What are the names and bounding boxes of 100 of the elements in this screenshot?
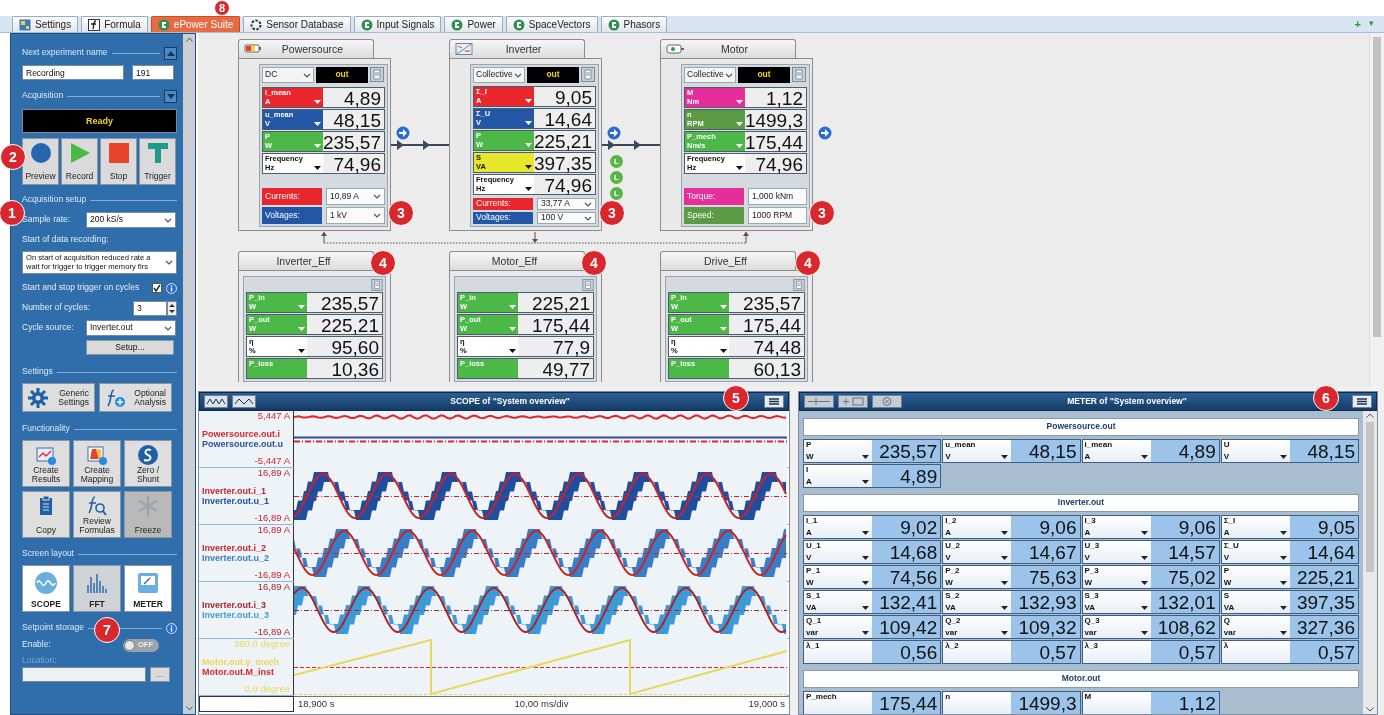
tab[interactable]: Sensor Database xyxy=(243,16,351,32)
axis-limit: -16,89 A xyxy=(253,570,290,581)
section-header: Powersource.out xyxy=(803,418,1359,436)
function-button[interactable]: Create Mapping xyxy=(73,440,121,487)
dropdown[interactable]: 10,89 A xyxy=(326,188,385,205)
chart-folder-icon xyxy=(35,444,57,466)
acquisition-button[interactable]: Record xyxy=(61,138,98,185)
formula-search-icon xyxy=(86,495,108,517)
chevron-down-icon xyxy=(164,325,172,331)
field-label: Start of data recording: xyxy=(22,235,109,245)
waveform-button[interactable] xyxy=(204,395,228,408)
acquisition-button[interactable]: Trigger xyxy=(139,138,176,185)
scroll-down-icon[interactable] xyxy=(185,706,193,711)
acquisition-button[interactable]: Stop xyxy=(100,138,137,185)
block-title: Motor xyxy=(720,42,749,56)
arrow-circle-icon[interactable] xyxy=(818,126,832,140)
function-button[interactable]: Zero / Shunt xyxy=(124,440,172,487)
add-button[interactable] xyxy=(838,395,868,408)
status-display: Ready xyxy=(22,109,177,133)
scroll-up-icon[interactable] xyxy=(1366,413,1374,418)
collapse-button[interactable] xyxy=(164,89,177,103)
panel-title: METER of "System overview" xyxy=(1067,396,1187,407)
setting-label: Torque: xyxy=(684,188,744,205)
scroll-up-icon[interactable] xyxy=(185,37,193,42)
document-icon[interactable] xyxy=(582,279,594,291)
document-icon[interactable] xyxy=(370,67,384,82)
signal-label: Powersource.out.i xyxy=(202,428,282,439)
function-button[interactable]: Copy xyxy=(22,491,70,538)
field-label: Location: xyxy=(22,656,57,666)
panel-title: SCOPE of "System overview" xyxy=(450,396,570,407)
waveform-button[interactable] xyxy=(232,395,256,408)
spin-buttons[interactable] xyxy=(167,300,177,316)
tab[interactable]: Power xyxy=(444,16,503,32)
triangle-up-icon xyxy=(166,50,175,56)
function-button[interactable]: Freeze xyxy=(124,491,172,538)
document-icon[interactable] xyxy=(792,67,806,82)
connector-arrow xyxy=(602,140,660,150)
dropdown[interactable]: 1 kV xyxy=(326,207,385,224)
section-title: Acquisition setup xyxy=(22,195,87,205)
checkbox[interactable] xyxy=(152,283,162,293)
scroll-down-icon[interactable] xyxy=(1366,707,1374,712)
tab[interactable]: SpaceVectors xyxy=(505,16,598,32)
number-input[interactable]: 191 xyxy=(132,65,174,80)
list-button[interactable] xyxy=(1352,395,1372,408)
document-icon[interactable] xyxy=(581,67,595,82)
collapse-button[interactable] xyxy=(164,46,177,60)
setting-label: Voltages: xyxy=(262,207,322,224)
layout-button[interactable]: FFT xyxy=(73,565,121,612)
settings-button[interactable]: Generic Settings xyxy=(22,383,95,412)
chevron-down-icon xyxy=(373,194,381,199)
text-input[interactable]: 1000 RPM xyxy=(748,207,807,224)
text-input[interactable]: Recording xyxy=(22,65,124,80)
stop-icon xyxy=(107,142,130,164)
number-input[interactable]: 3 xyxy=(133,300,167,316)
signal-label: Inverter.out.u_3 xyxy=(202,610,271,621)
mode-select[interactable]: DC xyxy=(262,67,314,83)
function-button[interactable]: Review Formulas xyxy=(73,491,121,538)
dropdown[interactable]: 33,77 A xyxy=(537,198,596,210)
function-plus-icon xyxy=(105,387,125,408)
play-icon xyxy=(68,142,91,164)
function-button[interactable]: Create Results xyxy=(22,440,70,487)
document-icon[interactable] xyxy=(371,279,383,291)
arrow-circle-icon[interactable] xyxy=(396,126,410,140)
arrow-circle-icon[interactable] xyxy=(607,126,621,140)
text-input[interactable]: 1,000 kNm xyxy=(748,188,807,205)
dropdown[interactable]: 200 kS/s xyxy=(86,212,176,228)
scrollbar-thumb[interactable] xyxy=(1366,422,1374,572)
section-title: Setpoint storage xyxy=(22,623,84,633)
output-label: out xyxy=(527,67,579,83)
section-title: Functionality xyxy=(22,424,70,434)
circle-icon xyxy=(29,142,52,164)
setup-button[interactable]: Setup... xyxy=(86,340,174,355)
mode-select[interactable]: Collective xyxy=(473,67,525,83)
motor-icon xyxy=(666,43,684,55)
tab[interactable]: Input Signals xyxy=(353,16,442,32)
layout-button[interactable]: SCOPE xyxy=(22,565,70,612)
axis-label: 10,00 ms/div xyxy=(514,699,569,710)
dropdown[interactable]: 100 V xyxy=(537,212,596,224)
triangle-down-icon xyxy=(166,93,175,99)
dropdown[interactable]: Inverter.out xyxy=(86,320,176,336)
layout-button[interactable] xyxy=(804,395,834,408)
gauge-icon xyxy=(136,571,160,595)
settings-button[interactable]: Optional Analysis xyxy=(99,383,172,412)
delete-button[interactable] xyxy=(872,395,902,408)
axis-limit: 16,89 A xyxy=(256,582,290,593)
gear-icon xyxy=(28,387,48,408)
signal-label: Inverter.out.i_2 xyxy=(202,542,268,553)
tab[interactable]: Phasors xyxy=(600,16,668,32)
list-button[interactable] xyxy=(764,395,784,408)
block-title: Powersource xyxy=(280,42,345,56)
mode-select[interactable]: Collective xyxy=(684,67,736,83)
acquisition-button[interactable]: Preview xyxy=(22,138,59,185)
chevron-down-icon xyxy=(514,72,522,78)
document-icon[interactable] xyxy=(793,279,805,291)
output-label: out xyxy=(316,67,368,83)
tab[interactable]: Settings xyxy=(12,16,79,32)
layout-button[interactable]: METER xyxy=(124,565,172,612)
battery-icon xyxy=(244,43,262,55)
scrollbar-thumb[interactable] xyxy=(1373,37,1381,337)
tab[interactable]: Formula xyxy=(81,16,148,32)
